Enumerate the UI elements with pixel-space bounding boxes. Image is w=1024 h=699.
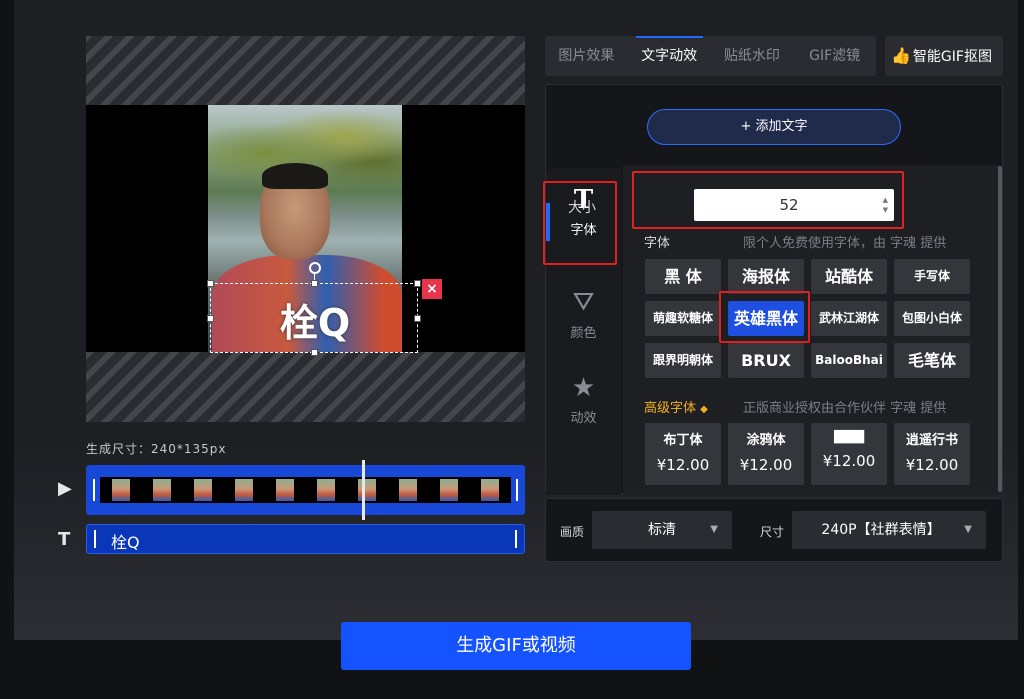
frame-thumbnail	[399, 479, 418, 501]
smart-cutout-button[interactable]: 👍 智能GIF抠图	[885, 36, 1003, 76]
star-list-icon: ★	[571, 373, 596, 403]
premium-font-price: ¥12.00	[739, 456, 793, 474]
add-text-button[interactable]: + 添加文字	[647, 109, 901, 145]
text-track-icon: T	[58, 529, 71, 550]
frame-thumbnail	[317, 479, 336, 501]
tab-image-effects[interactable]: 图片效果	[545, 36, 628, 76]
smart-cutout-label: 智能GIF抠图	[912, 49, 992, 65]
trim-start-handle[interactable]	[93, 479, 95, 501]
font-option[interactable]: BRUX	[728, 343, 804, 378]
resize-handle[interactable]	[207, 280, 214, 287]
font-section-note: 限个人免费使用字体，由 字魂 提供	[743, 236, 947, 251]
font-option[interactable]: 站酷体	[811, 259, 887, 294]
text-track-end-handle[interactable]	[515, 530, 517, 548]
overlay-text[interactable]: 栓Q	[211, 292, 419, 347]
highlight-frame-selected-font	[719, 291, 810, 343]
frame-thumbnail	[193, 479, 212, 501]
generate-button[interactable]: 生成GIF或视频	[341, 622, 691, 670]
tab-sticker-watermark[interactable]: 贴纸水印	[711, 36, 794, 76]
quality-value: 标清	[648, 522, 676, 538]
nav-color-label: 颜色	[570, 326, 597, 341]
quality-label: 画质	[560, 525, 585, 539]
font-option[interactable]: 跟界明朝体	[645, 343, 721, 378]
font-option[interactable]: 毛笔体	[894, 343, 970, 378]
output-options-bar: 画质 标清 ▼ 尺寸 240P【社群表情】 ▼	[545, 498, 1003, 562]
premium-font-price: ¥12.00	[656, 456, 710, 474]
premium-font-name: 逍遥行书	[905, 433, 958, 448]
nav-animation[interactable]: ★ 动效	[546, 365, 621, 445]
generated-size-label: 生成尺寸：240*135px	[86, 442, 227, 456]
font-option[interactable]: 海报体	[728, 259, 804, 294]
output-size-select[interactable]: 240P【社群表情】 ▼	[792, 511, 986, 549]
frame-thumbnail	[152, 479, 171, 501]
premium-font-option[interactable]: 布丁体 ¥12.00	[645, 423, 721, 485]
effect-tabs: 图片效果 文字动效 贴纸水印 GIF滤镜	[545, 36, 876, 76]
premium-section-title: 高级字体 ◆	[644, 401, 708, 416]
font-section-title: 字体	[644, 236, 671, 251]
playhead[interactable]	[362, 460, 365, 520]
frame-timeline[interactable]	[86, 460, 525, 520]
font-option[interactable]: BalooBhai	[811, 343, 887, 378]
nav-animation-label: 动效	[570, 411, 597, 426]
highlight-frame-font-nav	[543, 181, 617, 265]
premium-font-price: ¥12.00	[822, 452, 876, 470]
premium-section-note: 正版商业授权由合作伙伴 字魂 提供	[743, 401, 947, 416]
font-option[interactable]: 萌趣软糖体	[645, 301, 721, 336]
highlight-frame-size	[632, 171, 904, 229]
delete-text-icon[interactable]: ×	[422, 279, 442, 299]
tab-gif-filter[interactable]: GIF滤镜	[793, 36, 876, 76]
play-icon[interactable]: ▶	[58, 478, 72, 499]
resize-handle[interactable]	[311, 280, 318, 287]
premium-diamond-icon: ◆	[700, 404, 708, 415]
nav-color[interactable]: ⛛ 颜色	[546, 279, 621, 359]
premium-font-option[interactable]: ▇▇▇ ¥12.00	[811, 423, 887, 485]
trim-end-handle[interactable]	[516, 479, 518, 501]
frame-thumbnail	[275, 479, 294, 501]
resize-handle[interactable]	[414, 280, 421, 287]
frame-thumbnail	[111, 479, 130, 501]
font-option[interactable]: 包图小白体	[894, 301, 970, 336]
output-size-value: 240P【社群表情】	[821, 522, 941, 538]
rotate-handle-icon[interactable]	[309, 262, 321, 274]
premium-font-price: ¥12.00	[905, 456, 959, 474]
preview-canvas: 栓Q ×	[86, 105, 525, 356]
chevron-down-icon: ▼	[964, 524, 972, 535]
text-track[interactable]: 栓Q	[86, 524, 525, 554]
text-settings-panel: + 添加文字 T 字体 ⛛ 颜色 ★ 动效 大小 52 ▲ ▼ 字体 限个人免费使…	[543, 84, 1003, 495]
font-option[interactable]: 手写体	[894, 259, 970, 294]
premium-font-name: 布丁体	[663, 433, 703, 448]
text-track-start-handle[interactable]	[94, 530, 96, 548]
premium-font-option[interactable]: 涂鸦体 ¥12.00	[728, 423, 804, 485]
size-label: 大小	[568, 200, 596, 216]
resize-handle[interactable]	[311, 349, 318, 356]
paint-bucket-icon: ⛛	[572, 287, 595, 317]
quality-select[interactable]: 标清 ▼	[592, 511, 732, 549]
frame-thumbnail	[481, 479, 500, 501]
text-track-label: 栓Q	[111, 533, 140, 552]
premium-font-name: 涂鸦体	[746, 433, 786, 448]
frame-strip	[100, 477, 511, 503]
chevron-down-icon: ▼	[710, 524, 718, 535]
frame-thumbnail	[234, 479, 253, 501]
frame-thumbnail	[440, 479, 459, 501]
thumbs-up-icon: 👍	[891, 46, 911, 65]
premium-font-name: ▇▇▇	[834, 429, 864, 444]
size-option-label: 尺寸	[760, 525, 785, 539]
premium-font-option[interactable]: 逍遥行书 ¥12.00	[894, 423, 970, 485]
preview-stage: 栓Q ×	[86, 36, 525, 422]
font-option[interactable]: 武林江湖体	[811, 301, 887, 336]
frame-thumbnail	[358, 479, 377, 501]
font-panel-scrollbar[interactable]	[998, 166, 1002, 492]
font-option[interactable]: 黑 体	[645, 259, 721, 294]
tab-text-animation[interactable]: 文字动效	[628, 36, 711, 76]
video-person-hair	[262, 163, 328, 189]
text-overlay-selection[interactable]: 栓Q	[207, 262, 421, 356]
premium-font-grid: 布丁体 ¥12.00 涂鸦体 ¥12.00 ▇▇▇ ¥12.00 逍遥行书 ¥12.00	[645, 423, 970, 495]
